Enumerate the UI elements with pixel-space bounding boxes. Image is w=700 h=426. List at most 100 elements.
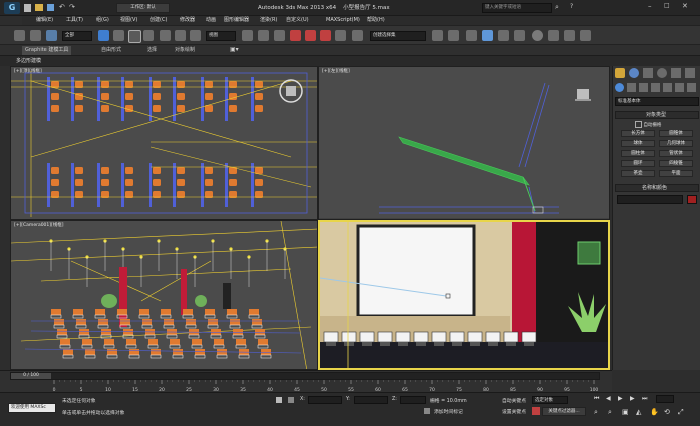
close-icon[interactable]: ✕ xyxy=(682,2,688,10)
mirror-icon[interactable] xyxy=(432,30,443,41)
render-setup-icon[interactable] xyxy=(548,30,559,41)
open-file-icon[interactable] xyxy=(35,4,43,11)
menu-customize[interactable]: 自定义(U) xyxy=(286,16,309,25)
teapot-button[interactable]: 茶壶 xyxy=(621,170,655,177)
align-icon[interactable] xyxy=(448,30,459,41)
viewport-camera[interactable]: [+][Camera001][线框] xyxy=(10,220,318,370)
link-icon[interactable] xyxy=(46,30,57,41)
shapes-icon[interactable] xyxy=(627,83,636,92)
material-editor-icon[interactable] xyxy=(532,30,543,41)
menu-group[interactable]: 组(G) xyxy=(96,16,109,25)
edit-named-selection-icon[interactable] xyxy=(352,30,363,41)
menu-views[interactable]: 视图(V) xyxy=(120,16,137,25)
menu-edit[interactable]: 编辑(E) xyxy=(36,16,53,25)
sphere-button[interactable]: 球体 xyxy=(621,140,655,147)
menu-maxscript[interactable]: MAXScript(M) xyxy=(326,16,360,25)
spacewarps-icon[interactable] xyxy=(675,83,684,92)
viewport-left-label[interactable]: [+][左][线框] xyxy=(322,68,350,74)
save-icon[interactable] xyxy=(47,4,54,11)
reference-coordinate-select[interactable]: 视图 xyxy=(206,31,236,41)
z-coordinate-field[interactable] xyxy=(400,396,426,404)
menu-rendering[interactable]: 渲染(R) xyxy=(260,16,277,25)
motion-tab-icon[interactable] xyxy=(657,68,667,78)
viewport-top[interactable]: [+][顶][线框] xyxy=(10,66,318,220)
cylinder-button[interactable]: 圆柱体 xyxy=(621,150,655,157)
menu-create[interactable]: 创建(C) xyxy=(150,16,167,25)
lock-selection-icon[interactable] xyxy=(276,397,282,403)
geometry-icon[interactable] xyxy=(615,83,624,92)
utilities-tab-icon[interactable] xyxy=(685,68,695,78)
polygon-modeling-label[interactable]: 多边形建模 xyxy=(16,57,41,64)
select-object-icon[interactable] xyxy=(98,30,109,41)
zoom-extents-icon[interactable]: ▣ xyxy=(622,408,629,416)
move-icon[interactable] xyxy=(160,30,171,41)
absolute-mode-icon[interactable] xyxy=(288,397,294,403)
key-filters-button[interactable]: 关键点过滤器... xyxy=(542,407,586,416)
y-coordinate-field[interactable] xyxy=(354,396,388,404)
hierarchy-tab-icon[interactable] xyxy=(643,68,653,78)
object-name-field[interactable] xyxy=(617,195,683,204)
pivot-center-icon[interactable] xyxy=(242,30,253,41)
keyboard-shortcut-icon[interactable] xyxy=(274,30,285,41)
graphite-toggle-icon[interactable] xyxy=(482,30,493,41)
set-key-icon[interactable] xyxy=(532,407,540,415)
time-tag-icon[interactable] xyxy=(424,408,430,414)
schematic-view-icon[interactable] xyxy=(514,30,525,41)
rotate-icon[interactable] xyxy=(175,30,186,41)
tab-graphite-modeling[interactable]: Graphite 建模工具 xyxy=(22,46,72,55)
select-by-name-icon[interactable] xyxy=(113,30,124,41)
viewport-left[interactable]: [+][左][线框] xyxy=(318,66,610,220)
geosphere-button[interactable]: 几何球体 xyxy=(659,140,693,147)
scale-icon[interactable] xyxy=(190,30,201,41)
create-tab-icon[interactable] xyxy=(615,68,625,78)
new-file-icon[interactable] xyxy=(24,4,31,12)
spinner-snap-icon[interactable] xyxy=(335,30,346,41)
go-to-start-icon[interactable]: ⏮ xyxy=(594,395,599,403)
current-frame-field[interactable] xyxy=(656,395,674,403)
menu-animation[interactable]: 动画 xyxy=(206,16,216,25)
key-mode-select[interactable]: 选定对象 xyxy=(532,396,568,404)
percent-snap-icon[interactable] xyxy=(320,30,331,41)
menu-help[interactable]: 帮助(H) xyxy=(367,16,385,25)
search-icon[interactable]: ⌕ xyxy=(555,3,559,12)
app-logo-icon[interactable]: G xyxy=(4,2,20,14)
timeline-ruler[interactable]: 0 5 10 15 20 25 30 35 40 45 50 55 60 65 70 75 80 85 90 95 10… xyxy=(44,380,604,392)
layer-manager-icon[interactable] xyxy=(466,30,477,41)
autogrid-checkbox[interactable]: 自动栅格 xyxy=(635,121,685,129)
field-of-view-icon[interactable]: ◭ xyxy=(636,408,641,416)
menu-graph-editors[interactable]: 图形编辑器 xyxy=(224,16,249,25)
play-icon[interactable]: ▶ xyxy=(618,395,623,402)
redo-icon[interactable] xyxy=(30,30,41,41)
torus-button[interactable]: 圆环 xyxy=(621,160,655,167)
maxscript-listener[interactable]: 欢迎使用 MAXSc xyxy=(8,403,56,413)
cone-button[interactable]: 圆锥体 xyxy=(659,130,693,137)
named-selection-set-select[interactable]: 创建选择集 xyxy=(370,31,426,41)
viewport-perspective[interactable] xyxy=(318,220,610,370)
zoom-icon[interactable]: ⌕ xyxy=(594,408,598,417)
redo-icon[interactable]: ↷ xyxy=(69,3,75,11)
viewport-camera-label[interactable]: [+][Camera001][线框] xyxy=(14,222,64,228)
viewport-top-label[interactable]: [+][顶][线框] xyxy=(14,68,42,74)
go-to-end-icon[interactable]: ⏭ xyxy=(642,395,647,403)
box-button[interactable]: 长方体 xyxy=(621,130,655,137)
undo-icon[interactable]: ↶ xyxy=(59,3,65,11)
time-slider-thumb[interactable]: 0 / 100 xyxy=(11,373,51,379)
tab-object-paint[interactable]: 对象绘制 xyxy=(172,46,198,55)
window-crossing-icon[interactable] xyxy=(143,30,154,41)
menu-tools[interactable]: 工具(T) xyxy=(66,16,83,25)
rendered-frame-icon[interactable] xyxy=(564,30,575,41)
maximize-viewport-icon[interactable]: ⤢ xyxy=(678,408,684,417)
zoom-all-icon[interactable]: ⌕ xyxy=(608,408,612,417)
category-select[interactable]: 标准基本体 xyxy=(615,97,699,106)
x-coordinate-field[interactable] xyxy=(308,396,342,404)
lights-icon[interactable] xyxy=(639,83,648,92)
object-color-swatch[interactable] xyxy=(687,195,697,204)
rectangular-selection-icon[interactable] xyxy=(128,30,141,43)
cameras-icon[interactable] xyxy=(651,83,660,92)
angle-snap-icon[interactable] xyxy=(305,30,316,41)
curve-editor-icon[interactable] xyxy=(498,30,509,41)
workspace-select[interactable]: 工作区: 默认 xyxy=(116,3,170,13)
name-color-rollout[interactable]: 名称和颜色 xyxy=(615,184,699,192)
pan-icon[interactable]: ✋ xyxy=(650,408,659,416)
tube-button[interactable]: 管状体 xyxy=(659,150,693,157)
